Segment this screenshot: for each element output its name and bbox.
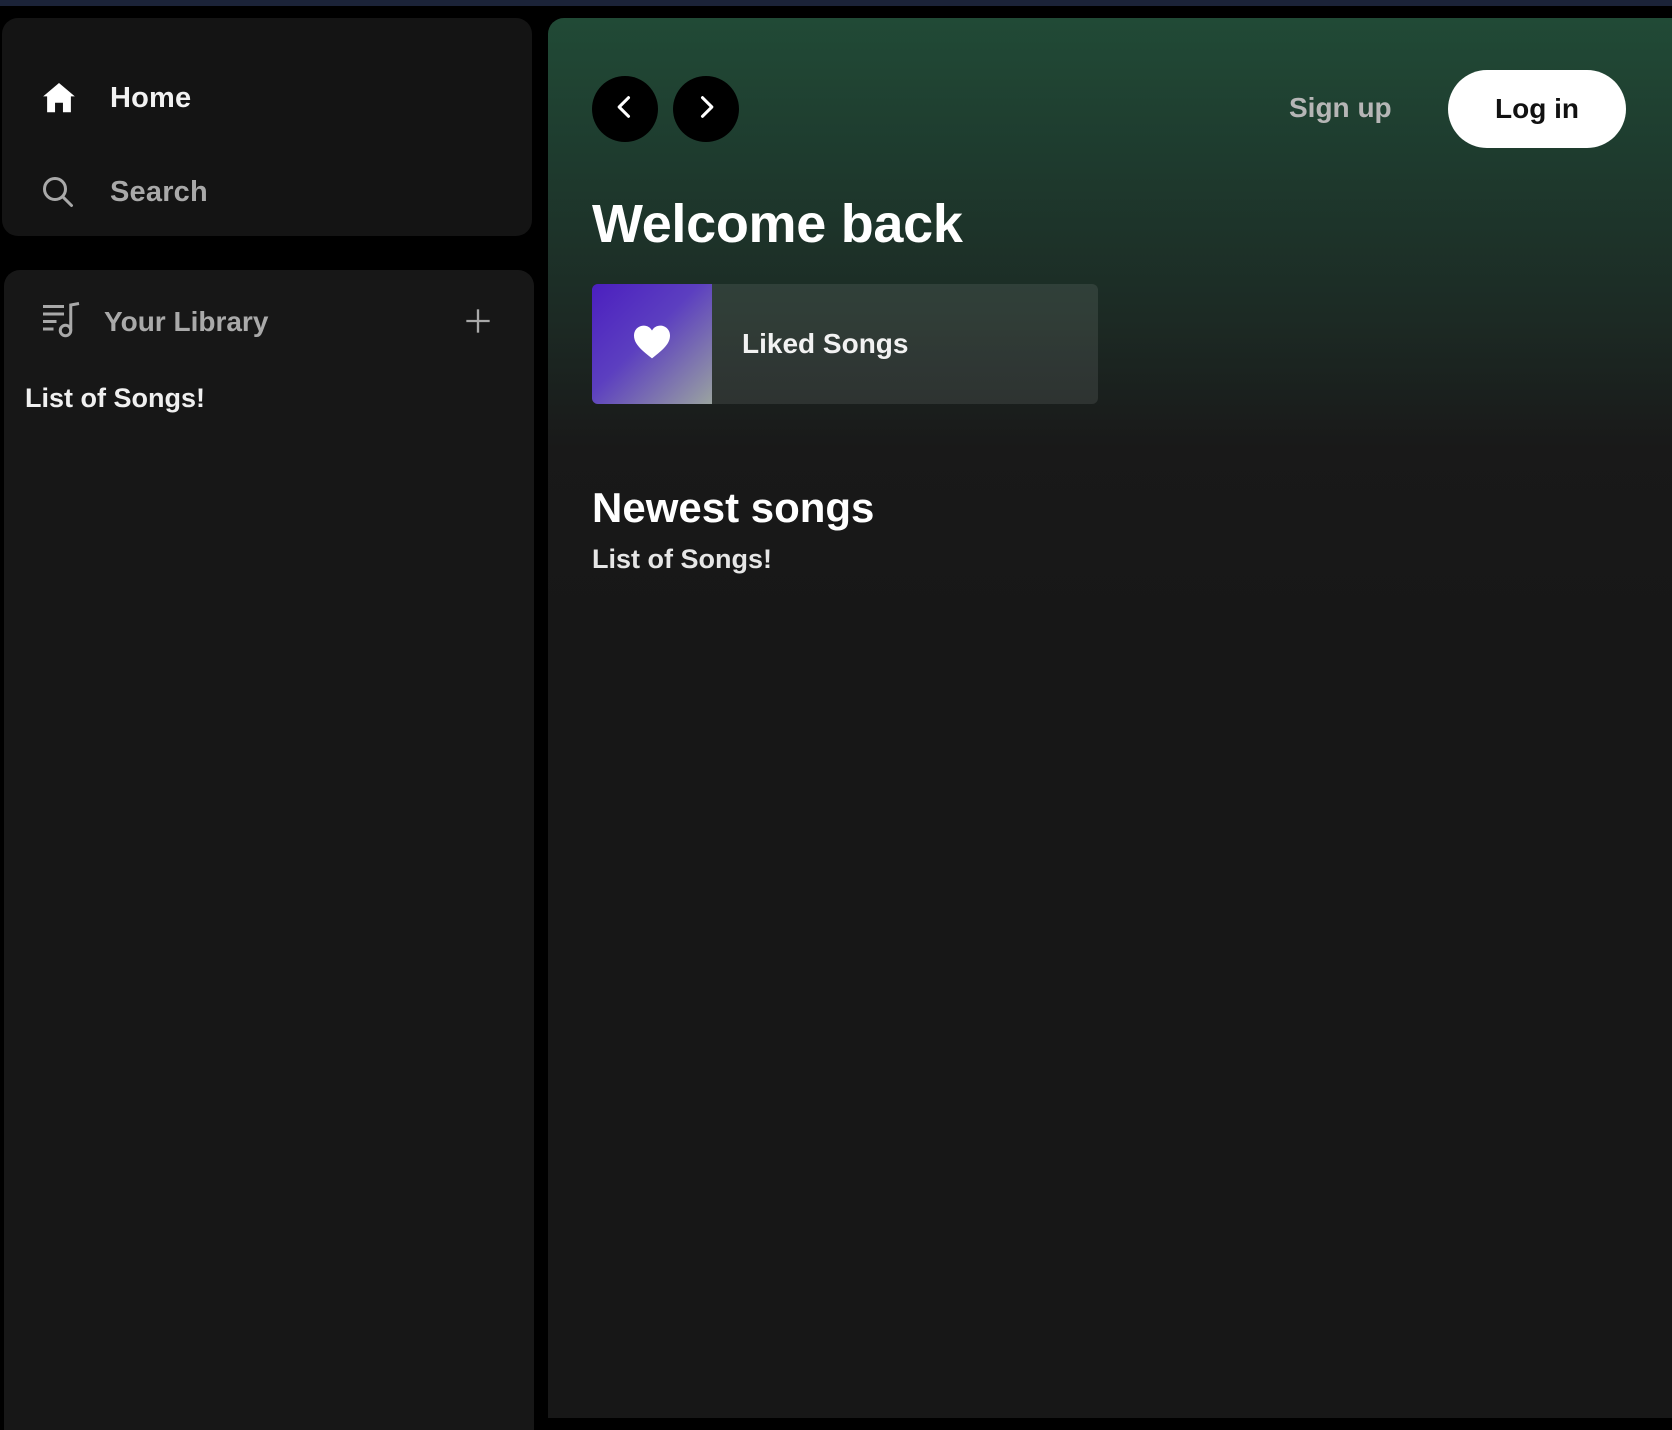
library-title: Your Library bbox=[104, 306, 269, 337]
library-icon bbox=[40, 300, 82, 345]
chevron-right-icon bbox=[692, 93, 720, 126]
plus-icon bbox=[464, 307, 492, 340]
library-content-text: List of Songs! bbox=[25, 383, 205, 413]
back-button[interactable] bbox=[592, 76, 658, 142]
sidebar-item-search[interactable]: Search bbox=[40, 167, 208, 217]
forward-button[interactable] bbox=[673, 76, 739, 142]
library-header[interactable]: Your Library bbox=[40, 300, 268, 344]
sidebar-item-label: Home bbox=[110, 81, 192, 114]
library-panel: Your Library List of Songs! bbox=[4, 270, 534, 1430]
liked-songs-thumbnail bbox=[592, 284, 712, 404]
login-button[interactable]: Log in bbox=[1448, 70, 1626, 148]
page-title: Welcome back bbox=[592, 194, 963, 254]
section-subtitle: List of Songs! bbox=[592, 544, 772, 574]
signup-button[interactable]: Sign up bbox=[1289, 92, 1392, 124]
nav-panel: Home Search bbox=[2, 18, 532, 236]
add-library-button[interactable] bbox=[460, 305, 496, 341]
window-top-strip bbox=[0, 0, 1672, 6]
sidebar-item-label: Search bbox=[110, 175, 208, 208]
section-title: Newest songs bbox=[592, 484, 875, 531]
liked-songs-card[interactable]: Liked Songs bbox=[592, 284, 1098, 404]
liked-songs-label: Liked Songs bbox=[742, 328, 909, 359]
main-content: Sign up Log in Welcome back Liked Songs … bbox=[548, 18, 1672, 1418]
home-icon bbox=[40, 78, 80, 118]
search-icon bbox=[40, 172, 80, 212]
chevron-left-icon bbox=[611, 93, 639, 126]
sidebar-item-home[interactable]: Home bbox=[40, 73, 191, 123]
heart-icon bbox=[632, 324, 672, 365]
